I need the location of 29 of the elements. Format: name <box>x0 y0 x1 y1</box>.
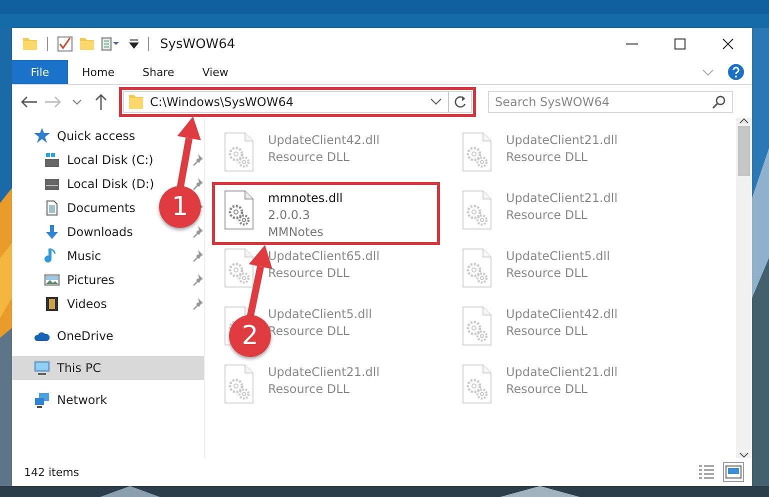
window-title: SysWOW64 <box>160 36 236 52</box>
file-detail: MMNotes <box>268 224 324 241</box>
file-detail: Resource DLL <box>268 381 350 398</box>
file-name[interactable]: mmnotes.dll <box>268 190 343 207</box>
sidebar-item[interactable]: Local Disk (C:) <box>12 148 160 172</box>
sidebar-item[interactable]: Videos <box>12 292 113 316</box>
sidebar-item[interactable]: Local Disk (D:) <box>12 172 160 196</box>
sidebar-item[interactable]: OneDrive <box>12 324 120 348</box>
file-detail: Resource DLL <box>506 323 588 340</box>
file-detail: Resource DLL <box>506 381 588 398</box>
file-detail: Resource DLL <box>506 149 588 166</box>
sidebar-item[interactable]: Documents <box>12 196 142 220</box>
sidebar-item[interactable]: Downloads <box>12 220 139 244</box>
file-detail: Resource DLL <box>506 265 588 282</box>
address-bar[interactable]: C:\Windows\SysWOW64 <box>123 90 472 112</box>
ribbon-tab[interactable]: View <box>188 60 242 84</box>
sidebar-item[interactable]: Network <box>12 388 114 412</box>
item-count: 142 items <box>24 466 80 478</box>
file-detail: Resource DLL <box>268 265 350 282</box>
ribbon-tab[interactable]: Home <box>68 60 128 84</box>
sidebar-item[interactable]: Pictures <box>12 268 121 292</box>
file-detail: Resource DLL <box>506 207 588 224</box>
sidebar-item[interactable]: Music <box>12 244 108 268</box>
sidebar-item[interactable]: This PC <box>12 356 204 380</box>
file-detail: Resource DLL <box>268 149 350 166</box>
ribbon-tab[interactable]: Share <box>128 60 188 84</box>
file-detail: 2.0.0.3 <box>268 207 311 224</box>
file-menu-button[interactable]: File <box>12 60 68 84</box>
sidebar-item[interactable]: Quick access <box>12 124 142 148</box>
